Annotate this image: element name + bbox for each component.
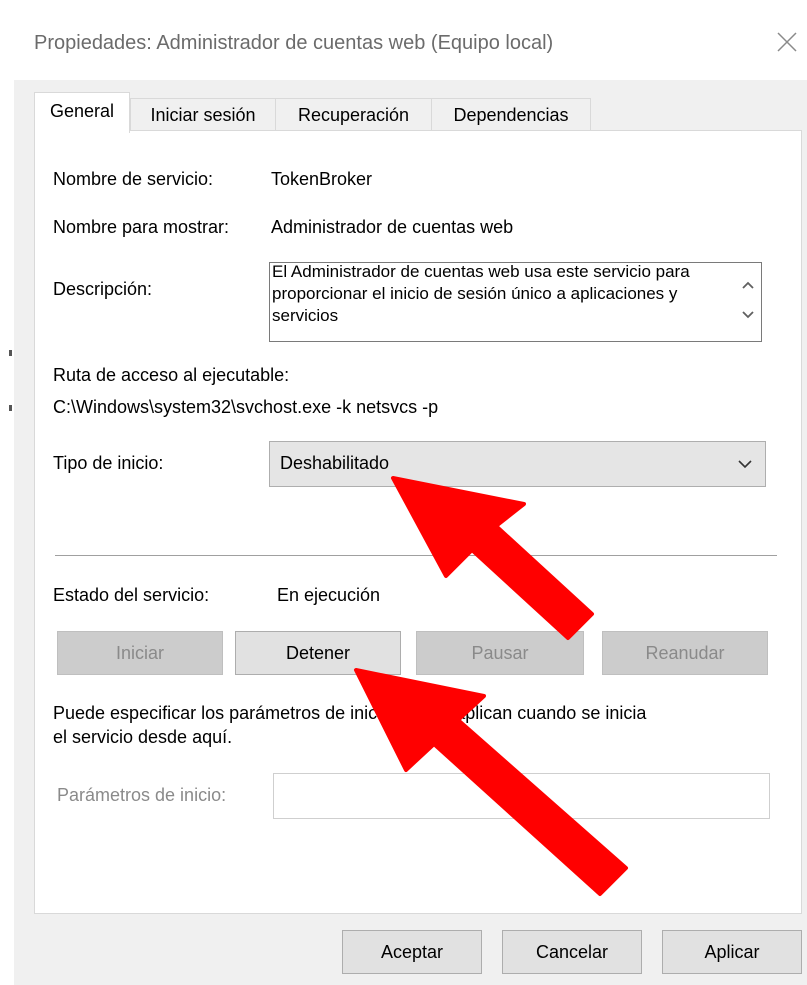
scroll-up-icon[interactable] xyxy=(740,277,756,293)
description-field[interactable]: El Administrador de cuentas web usa este… xyxy=(269,262,762,342)
stop-button[interactable]: Detener xyxy=(235,631,401,675)
service-status-label: Estado del servicio: xyxy=(53,585,210,605)
params-hint-line2: el servicio desde aquí. xyxy=(53,727,233,747)
section-divider xyxy=(55,555,777,556)
startup-type-value: Deshabilitado xyxy=(280,453,390,473)
edge-mark xyxy=(9,405,12,411)
close-button[interactable] xyxy=(767,14,807,70)
general-panel: Nombre de servicio: TokenBroker Nombre p… xyxy=(34,130,802,914)
display-name-value: Administrador de cuentas web xyxy=(271,217,514,237)
pause-button[interactable]: Pausar xyxy=(416,631,584,675)
chevron-down-icon xyxy=(738,460,752,469)
cancel-button[interactable]: Cancelar xyxy=(502,930,642,974)
close-icon xyxy=(777,32,797,52)
resume-button[interactable]: Reanudar xyxy=(602,631,768,675)
display-name-label: Nombre para mostrar: xyxy=(53,217,230,237)
path-value: C:\Windows\system32\svchost.exe -k netsv… xyxy=(53,397,439,417)
scroll-down-icon[interactable] xyxy=(740,307,756,323)
tab-general[interactable]: General xyxy=(34,92,130,133)
start-params-label: Parámetros de inicio: xyxy=(57,785,227,805)
service-status-value: En ejecución xyxy=(277,585,381,605)
start-params-input[interactable] xyxy=(273,773,770,819)
tab-dependencies[interactable]: Dependencias xyxy=(431,98,591,131)
startup-type-dropdown[interactable]: Deshabilitado xyxy=(269,441,766,487)
edge-mark xyxy=(9,350,12,356)
apply-button[interactable]: Aplicar xyxy=(662,930,802,974)
properties-dialog: Propiedades: Administrador de cuentas we… xyxy=(14,0,807,985)
path-label: Ruta de acceso al ejecutable: xyxy=(53,365,290,385)
tab-recovery[interactable]: Recuperación xyxy=(275,98,432,131)
description-scrollbar[interactable] xyxy=(733,263,761,341)
ok-button[interactable]: Aceptar xyxy=(342,930,482,974)
service-name-label: Nombre de servicio: xyxy=(53,169,214,189)
title-bar: Propiedades: Administrador de cuentas we… xyxy=(14,0,807,80)
description-text: El Administrador de cuentas web usa este… xyxy=(272,262,690,325)
description-label: Descripción: xyxy=(53,279,153,299)
tab-log-on[interactable]: Iniciar sesión xyxy=(130,98,276,131)
start-button[interactable]: Iniciar xyxy=(57,631,223,675)
params-hint-line1: Puede especificar los parámetros de inic… xyxy=(53,703,647,723)
startup-type-label: Tipo de inicio: xyxy=(53,453,164,473)
service-name-value: TokenBroker xyxy=(271,169,373,189)
background-window-edge xyxy=(0,0,15,985)
window-title: Propiedades: Administrador de cuentas we… xyxy=(34,32,554,54)
